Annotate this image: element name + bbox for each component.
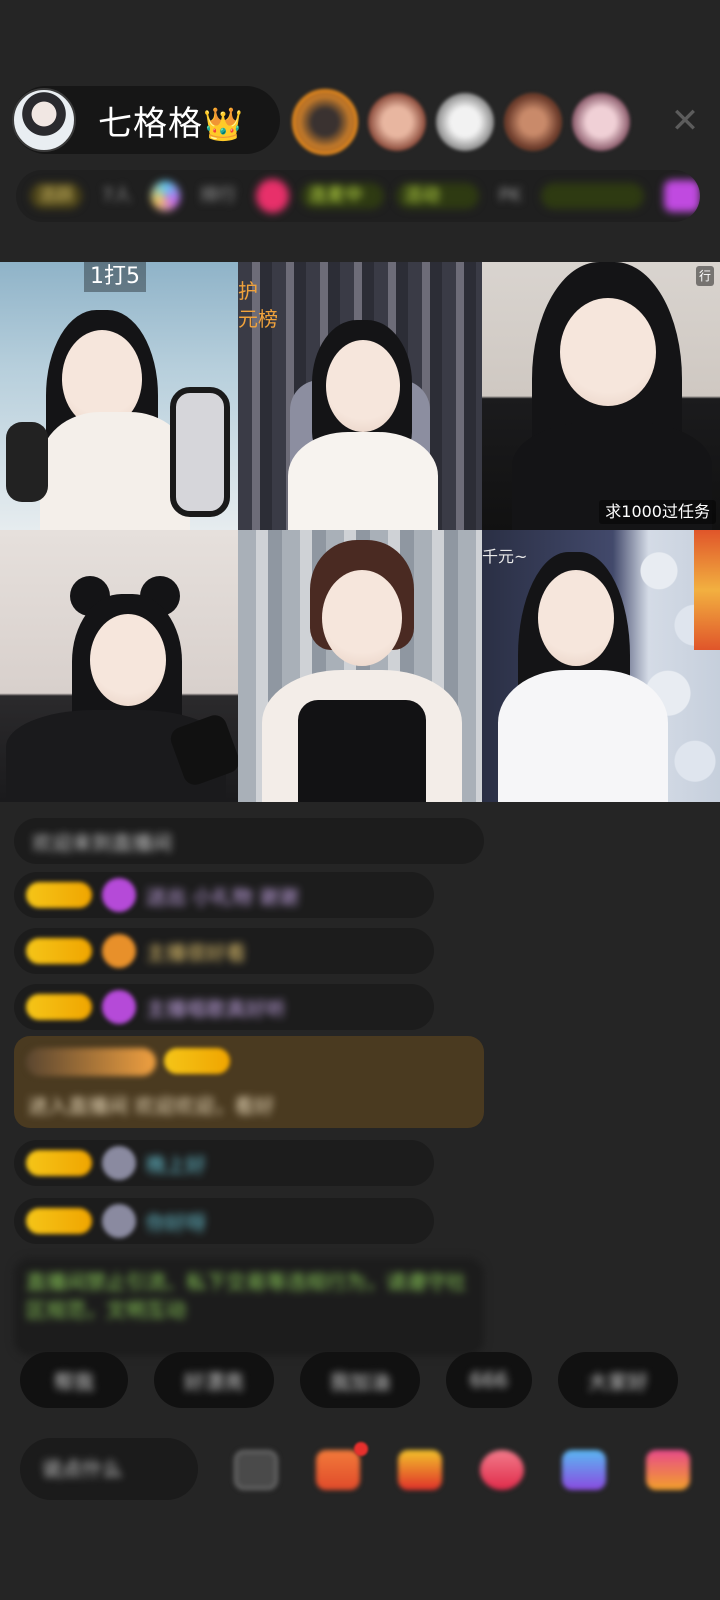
comment-input[interactable]: 说点什么 bbox=[20, 1438, 198, 1500]
person-torso bbox=[288, 432, 438, 530]
chat-text: 你好呀 bbox=[146, 1210, 206, 1235]
shop-icon[interactable] bbox=[316, 1450, 360, 1490]
status-chip[interactable]: 7人 bbox=[94, 183, 139, 209]
tile-label: 1打5 bbox=[84, 262, 146, 292]
video-tile[interactable]: 护 元榜 bbox=[238, 262, 482, 530]
gift-box-icon[interactable] bbox=[398, 1450, 442, 1490]
video-tile[interactable] bbox=[0, 530, 238, 802]
vip-badge bbox=[26, 1048, 156, 1076]
host-name-text: 七格格 bbox=[98, 103, 203, 144]
close-icon[interactable]: ✕ bbox=[668, 104, 702, 138]
quick-reply-row: 帮我 好漂亮 我加油 666 大家好 bbox=[20, 1352, 678, 1408]
status-chip[interactable]: 活跃 bbox=[30, 183, 82, 209]
video-tile[interactable]: 1打5 bbox=[0, 262, 238, 530]
pk-icon[interactable] bbox=[256, 179, 289, 213]
multi-guest-video-grid: 1打5 护 元榜 行 求1000过任务 千元~ bbox=[0, 262, 720, 802]
person-face bbox=[326, 340, 400, 432]
fan-club-icon[interactable] bbox=[480, 1450, 524, 1490]
chat-text: 送出 小礼物 谢谢 bbox=[146, 884, 299, 909]
viewer-avatar-list bbox=[292, 88, 640, 156]
live-status-row[interactable]: 活跃 7人 排行 连麦中 活动 PK bbox=[16, 170, 700, 222]
game-icon[interactable] bbox=[562, 1450, 606, 1490]
rank-icon[interactable] bbox=[151, 181, 181, 211]
gem-icon bbox=[102, 878, 136, 912]
status-chip[interactable] bbox=[541, 183, 644, 209]
more-icon[interactable] bbox=[234, 1450, 278, 1490]
person-face bbox=[322, 570, 402, 666]
chair-back bbox=[170, 387, 230, 517]
chat-message[interactable]: 欢迎来到直播间 bbox=[14, 818, 484, 864]
top-garment bbox=[298, 700, 426, 802]
level-badge bbox=[26, 1150, 92, 1176]
level-badge bbox=[26, 994, 92, 1020]
host-name: 七格格👑 bbox=[98, 96, 244, 145]
person-face bbox=[538, 570, 614, 666]
level-badge bbox=[26, 1208, 92, 1234]
person-torso bbox=[40, 412, 190, 530]
gift-icon[interactable] bbox=[646, 1450, 690, 1490]
host-avatar[interactable] bbox=[12, 88, 76, 152]
tile-label-top: 千元~ bbox=[482, 547, 528, 566]
chat-text: 欢迎来到直播间 bbox=[32, 830, 172, 855]
video-tile[interactable]: 千元~ bbox=[482, 530, 720, 802]
crown-icon: 👑 bbox=[203, 104, 244, 143]
fan-icon bbox=[102, 934, 136, 968]
bottom-toolbar: 说点什么 bbox=[0, 1420, 720, 1520]
tile-caption: 求1000过任务 bbox=[599, 500, 716, 524]
chat-text: 晚上好 bbox=[146, 1152, 206, 1177]
tile-corner-tag: 行 bbox=[695, 266, 714, 286]
chat-text: 主播很好看 bbox=[146, 940, 246, 965]
quick-reply-button[interactable]: 大家好 bbox=[558, 1352, 678, 1408]
system-notice: 直播间禁止引流、私下交易等违规行为，请遵守社区规范，文明互动 bbox=[14, 1258, 484, 1356]
chat-message[interactable]: 送出 小礼物 谢谢 bbox=[14, 872, 434, 918]
viewer-avatar[interactable] bbox=[572, 93, 630, 151]
chat-message[interactable]: 主播很好看 bbox=[14, 928, 434, 974]
microphone-icon bbox=[6, 422, 48, 502]
person-face bbox=[90, 614, 166, 706]
person-torso bbox=[498, 670, 668, 802]
level-badge bbox=[26, 938, 92, 964]
gem-icon bbox=[102, 990, 136, 1024]
chat-message-highlight[interactable]: 进入直播间 欢迎欢迎，看好 bbox=[14, 1036, 484, 1128]
video-tile[interactable] bbox=[238, 530, 482, 802]
level-badge bbox=[164, 1048, 230, 1074]
gift-icon[interactable] bbox=[663, 180, 700, 212]
user-avatar bbox=[102, 1204, 136, 1238]
host-info-pill[interactable]: 七格格👑 bbox=[12, 86, 280, 154]
status-chip[interactable]: 活动 bbox=[395, 183, 479, 209]
status-chip[interactable]: PK bbox=[491, 183, 530, 209]
viewer-avatar[interactable] bbox=[292, 89, 358, 155]
quick-reply-button[interactable]: 好漂亮 bbox=[154, 1352, 274, 1408]
video-tile[interactable]: 行 求1000过任务 bbox=[482, 262, 720, 530]
viewer-avatar[interactable] bbox=[504, 93, 562, 151]
tile-label-top: 护 bbox=[238, 279, 258, 303]
person-face bbox=[560, 298, 656, 406]
chat-message[interactable]: 晚上好 bbox=[14, 1140, 434, 1186]
chat-text: 主播唱歌真好听 bbox=[146, 996, 286, 1021]
notification-dot bbox=[354, 1442, 368, 1456]
quick-reply-button[interactable]: 帮我 bbox=[20, 1352, 128, 1408]
level-badge bbox=[26, 882, 92, 908]
status-chip[interactable]: 排行 bbox=[192, 183, 244, 209]
chat-message[interactable]: 你好呀 bbox=[14, 1198, 434, 1244]
side-banner bbox=[694, 530, 720, 650]
tile-label-bottom: 元榜 bbox=[238, 307, 278, 331]
quick-reply-button[interactable]: 我加油 bbox=[300, 1352, 420, 1408]
viewer-avatar[interactable] bbox=[436, 93, 494, 151]
chat-message[interactable]: 主播唱歌真好听 bbox=[14, 984, 434, 1030]
user-avatar bbox=[102, 1146, 136, 1180]
quick-reply-button[interactable]: 666 bbox=[446, 1352, 532, 1408]
status-chip[interactable]: 连麦中 bbox=[300, 183, 384, 209]
chat-text: 进入直播间 欢迎欢迎，看好 bbox=[28, 1094, 275, 1118]
viewer-avatar[interactable] bbox=[368, 93, 426, 151]
